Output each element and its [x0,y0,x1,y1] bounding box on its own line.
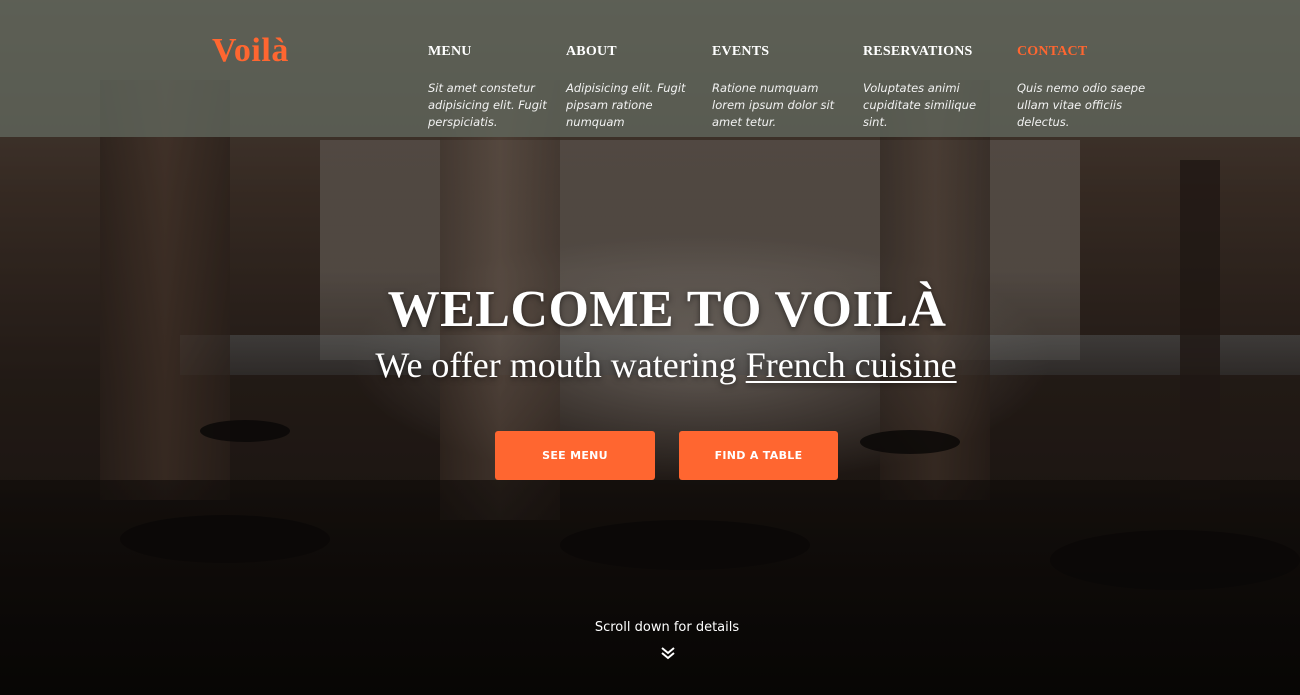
nav-link-menu[interactable]: MENU [428,44,578,60]
hero-heading: WELCOME TO VOILÀ [387,281,947,338]
site-logo[interactable]: Voilà [212,32,289,70]
nav-item-contact: CONTACT Quis nemo odio saepe ullam vitae… [1017,44,1167,131]
site-header: Voilà MENU Sit amet constetur adipisicin… [0,0,1300,137]
nav-item-events: EVENTS Ratione numquam lorem ipsum dolor… [712,44,862,131]
nav-description: Adipisicing elit. Fugit pipsam ratione n… [566,81,686,129]
nav-description: Sit amet constetur adipisicing elit. Fug… [428,81,547,129]
find-table-button[interactable]: FIND A TABLE [679,431,838,480]
hero-section: Voilà MENU Sit amet constetur adipisicin… [0,0,1300,695]
tagline-text: We offer mouth watering [375,345,746,385]
nav-item-menu: MENU Sit amet constetur adipisicing elit… [428,44,578,131]
double-chevron-down-icon[interactable] [660,645,676,661]
nav-link-about[interactable]: ABOUT [566,44,716,60]
scroll-hint: Scroll down for details [594,620,740,635]
nav-link-events[interactable]: EVENTS [712,44,862,60]
see-menu-button[interactable]: SEE MENU [495,431,655,480]
nav-link-reservations[interactable]: RESERVATIONS [863,44,1013,60]
french-cuisine-link[interactable]: French cuisine [746,345,957,385]
nav-item-reservations: RESERVATIONS Voluptates animi cupiditate… [863,44,1013,131]
nav-item-about: ABOUT Adipisicing elit. Fugit pipsam rat… [566,44,716,131]
nav-link-contact[interactable]: CONTACT [1017,44,1167,60]
nav-description: Quis nemo odio saepe ullam vitae officii… [1017,81,1146,129]
nav-description: Ratione numquam lorem ipsum dolor sit am… [712,81,835,129]
hero-tagline: We offer mouth watering French cuisine [0,344,1300,386]
nav-description: Voluptates animi cupiditate similique si… [863,81,977,129]
